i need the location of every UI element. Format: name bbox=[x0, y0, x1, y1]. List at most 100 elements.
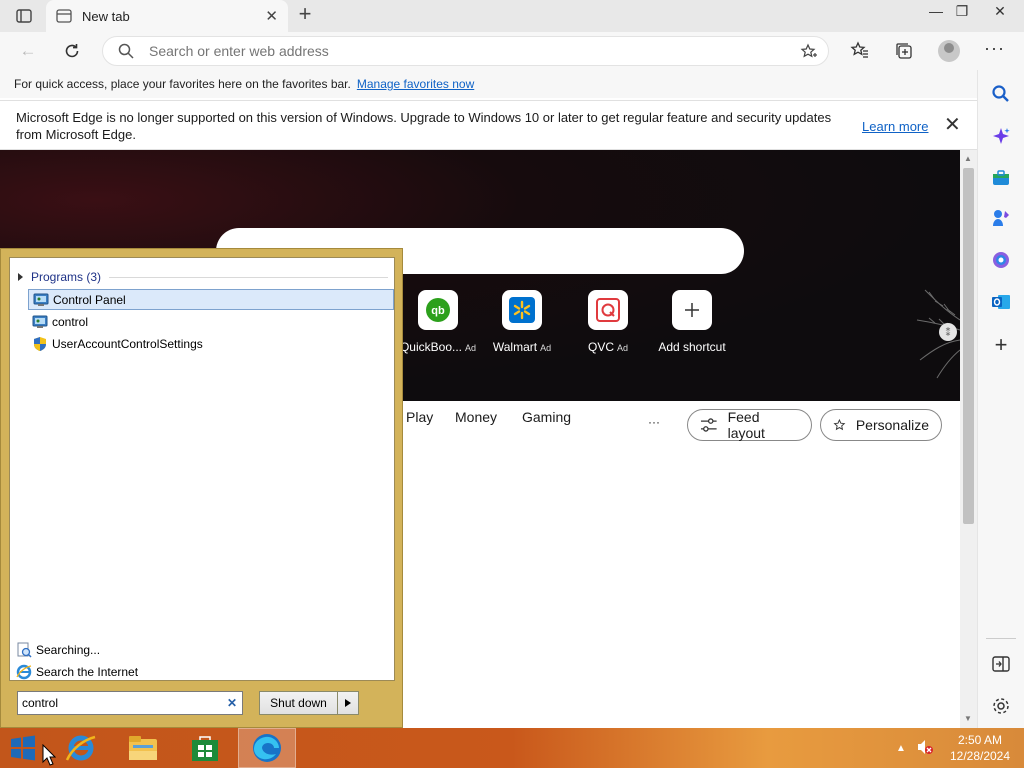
address-input[interactable] bbox=[149, 43, 828, 59]
programs-group-header[interactable]: Programs (3) bbox=[18, 270, 388, 284]
mouse-pointer-icon bbox=[42, 744, 56, 766]
favorites-icon[interactable] bbox=[850, 41, 870, 61]
shutdown-options-arrow-icon[interactable] bbox=[338, 692, 358, 714]
collections-icon[interactable] bbox=[894, 41, 914, 61]
restore-button[interactable]: ❐ bbox=[946, 0, 978, 24]
tab-new-tab[interactable]: New tab ✕ bbox=[46, 0, 288, 32]
close-notice-icon[interactable]: ✕ bbox=[944, 115, 961, 135]
shutdown-button[interactable]: Shut down bbox=[260, 692, 338, 714]
result-control-panel[interactable]: Control Panel bbox=[28, 289, 394, 310]
result-label: control bbox=[52, 314, 89, 329]
page-scrollbar[interactable]: ▲ ▼ bbox=[960, 150, 977, 728]
feed-tab-play[interactable]: Play bbox=[406, 409, 433, 425]
shortcut-label: QuickBoo... bbox=[399, 340, 462, 354]
tab-title: New tab bbox=[82, 8, 130, 24]
add-icon[interactable]: + bbox=[991, 334, 1011, 356]
taskbar-internet-explorer[interactable] bbox=[52, 728, 110, 768]
feed-tab-gaming[interactable]: Gaming bbox=[522, 409, 571, 425]
close-window-button[interactable]: ✕ bbox=[984, 0, 1016, 24]
result-label: Control Panel bbox=[53, 292, 126, 307]
refresh-icon[interactable] bbox=[60, 40, 84, 62]
shortcut-add[interactable]: Add shortcut bbox=[650, 290, 734, 354]
shortcut-walmart[interactable]: Walmart Ad bbox=[480, 290, 564, 354]
control-panel-icon bbox=[33, 292, 49, 308]
system-tray: ▲ bbox=[896, 738, 934, 759]
quickbooks-icon: qb bbox=[418, 290, 458, 330]
personalize-button[interactable]: Personalize bbox=[820, 409, 942, 441]
start-button[interactable] bbox=[8, 734, 38, 762]
shortcut-label: Walmart bbox=[492, 340, 538, 354]
search-internet-link[interactable]: Search the Internet bbox=[16, 664, 138, 680]
start-menu: Programs (3) Control Panel control UserA… bbox=[0, 248, 403, 728]
expand-arrow-icon bbox=[18, 273, 23, 281]
walmart-icon bbox=[502, 290, 542, 330]
shopping-icon[interactable] bbox=[991, 168, 1011, 188]
favorites-bar: For quick access, place your favorites h… bbox=[0, 70, 977, 98]
scroll-down-arrow-icon[interactable]: ▼ bbox=[964, 714, 972, 723]
svg-text:⁑: ⁑ bbox=[946, 326, 951, 339]
taskbar-clock[interactable]: 2:50 AM 12/28/2024 bbox=[944, 732, 1016, 764]
shutdown-button-group: Shut down bbox=[259, 691, 359, 715]
personalize-label: Personalize bbox=[855, 417, 929, 433]
address-bar[interactable] bbox=[102, 36, 829, 66]
start-search-box[interactable]: ✕ bbox=[17, 691, 243, 715]
back-arrow-icon[interactable]: ← bbox=[16, 40, 40, 62]
profile-avatar[interactable] bbox=[938, 40, 960, 62]
programs-group-label: Programs (3) bbox=[31, 270, 102, 284]
taskbar-store[interactable] bbox=[176, 728, 234, 768]
result-uac-settings[interactable]: UserAccountControlSettings bbox=[28, 333, 394, 354]
tab-actions-icon[interactable] bbox=[10, 6, 38, 26]
searching-label: Searching... bbox=[36, 643, 101, 657]
volume-muted-icon[interactable] bbox=[916, 738, 934, 759]
split-screen-icon[interactable] bbox=[991, 654, 1011, 674]
result-label: UserAccountControlSettings bbox=[52, 336, 203, 351]
sliders-icon bbox=[700, 418, 717, 432]
result-control[interactable]: control bbox=[28, 311, 394, 332]
feed-layout-button[interactable]: Feed layout bbox=[687, 409, 812, 441]
new-tab-button[interactable]: + bbox=[294, 3, 316, 26]
shortcut-quickbooks[interactable]: qb QuickBoo... Ad bbox=[396, 290, 480, 354]
scroll-up-arrow-icon[interactable]: ▲ bbox=[964, 154, 972, 163]
favorites-bar-text: For quick access, place your favorites h… bbox=[14, 77, 351, 91]
search-icon[interactable] bbox=[991, 84, 1011, 104]
qvc-icon bbox=[588, 290, 628, 330]
uac-shield-icon bbox=[32, 336, 48, 352]
ad-badge: Ad bbox=[465, 343, 477, 353]
feed-tab-money[interactable]: Money bbox=[455, 409, 497, 425]
svg-text:qb: qb bbox=[431, 305, 445, 317]
sidebar-divider bbox=[986, 638, 1016, 639]
taskbar-edge[interactable] bbox=[238, 728, 296, 768]
clock-time: 2:50 AM bbox=[957, 733, 1003, 747]
show-hidden-icons-icon[interactable]: ▲ bbox=[896, 743, 906, 754]
tab-close-icon[interactable]: ✕ bbox=[265, 7, 278, 25]
shortcut-label: Add shortcut bbox=[658, 340, 726, 354]
office-icon[interactable] bbox=[991, 250, 1011, 270]
settings-icon[interactable] bbox=[991, 696, 1011, 716]
start-menu-results: Programs (3) Control Panel control UserA… bbox=[9, 257, 395, 681]
clear-search-icon[interactable]: ✕ bbox=[222, 696, 242, 710]
learn-more-link[interactable]: Learn more bbox=[862, 119, 928, 134]
background-plant-image: ⁑ bbox=[916, 289, 960, 379]
manage-favorites-link[interactable]: Manage favorites now bbox=[357, 77, 474, 91]
outlook-icon[interactable] bbox=[991, 292, 1011, 312]
add-favorite-icon[interactable] bbox=[800, 43, 818, 61]
notice-message: Microsoft Edge is no longer supported on… bbox=[16, 110, 832, 142]
browser-toolbar: ← ··· bbox=[0, 32, 1024, 70]
edge-icon bbox=[253, 734, 281, 762]
group-divider bbox=[109, 276, 388, 278]
add-shortcut-icon bbox=[672, 290, 712, 330]
more-options-icon[interactable]: ··· bbox=[984, 38, 1005, 59]
ad-badge: Ad bbox=[540, 343, 552, 353]
feed-more-button[interactable]: ··· bbox=[648, 415, 660, 429]
new-tab-page-icon bbox=[56, 9, 72, 23]
scrollbar-thumb[interactable] bbox=[963, 168, 974, 524]
search-internet-label: Search the Internet bbox=[36, 665, 139, 679]
taskbar-file-explorer[interactable] bbox=[114, 728, 172, 768]
windows-logo-icon bbox=[11, 735, 35, 761]
start-search-input[interactable] bbox=[22, 696, 222, 710]
games-icon[interactable] bbox=[991, 208, 1011, 228]
shortcut-qvc[interactable]: QVC Ad bbox=[566, 290, 650, 354]
internet-explorer-icon bbox=[16, 664, 32, 680]
unsupported-os-notice: Microsoft Edge is no longer supported on… bbox=[0, 100, 977, 150]
copilot-icon[interactable] bbox=[991, 126, 1011, 146]
